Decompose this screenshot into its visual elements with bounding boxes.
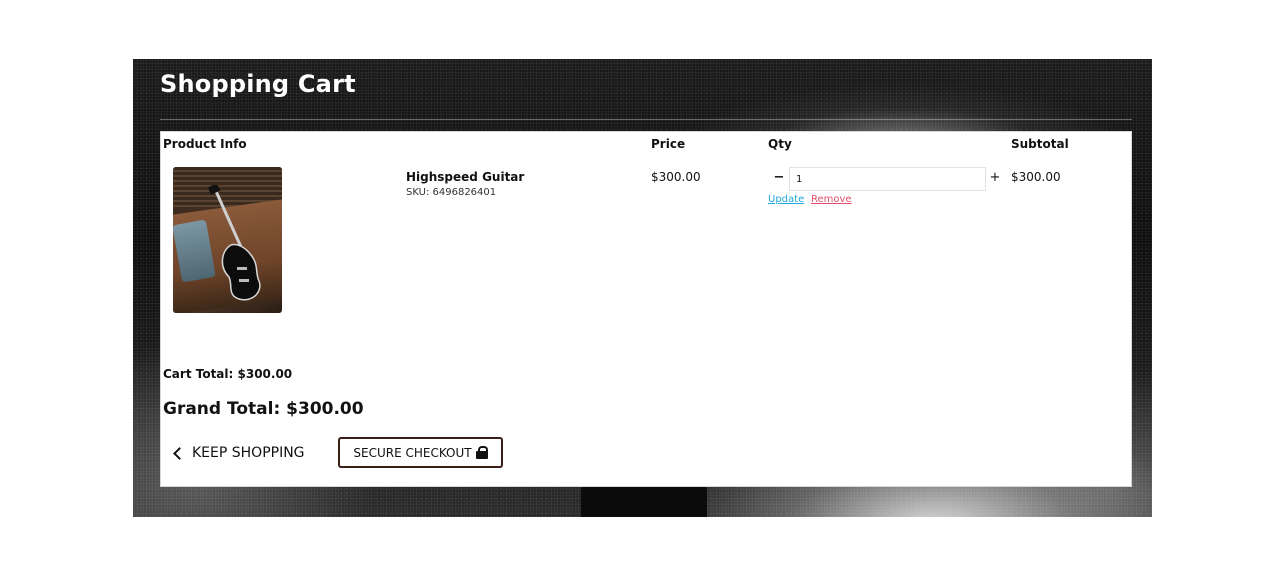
cart-total: Cart Total: $300.00	[163, 367, 293, 381]
product-sku: SKU: 6496826401	[406, 187, 497, 198]
product-image[interactable]	[173, 167, 282, 313]
qty-decrement-button[interactable]: −	[772, 170, 786, 188]
chevron-left-icon	[173, 446, 186, 460]
cart-table	[160, 131, 1132, 487]
keep-shopping-button[interactable]: KEEP SHOPPING	[173, 443, 305, 463]
item-subtotal: $300.00	[1011, 170, 1061, 184]
header-price: Price	[651, 137, 686, 151]
product-name[interactable]: Highspeed Guitar	[406, 170, 524, 184]
secure-checkout-button[interactable]: SECURE CHECKOUT	[338, 437, 503, 468]
grand-total: Grand Total: $300.00	[163, 399, 364, 419]
lock-icon	[475, 446, 488, 459]
header-qty: Qty	[768, 137, 792, 151]
title-divider	[160, 119, 1132, 120]
keep-shopping-label: KEEP SHOPPING	[192, 445, 305, 461]
guitar-graphic	[207, 185, 261, 301]
header-product-info: Product Info	[163, 137, 247, 151]
header-subtotal: Subtotal	[1011, 137, 1069, 151]
page-title: Shopping Cart	[160, 70, 356, 98]
remove-link[interactable]: Remove	[811, 194, 852, 205]
hero-figure-silhouette	[581, 487, 707, 517]
checkout-label: SECURE CHECKOUT	[353, 445, 472, 460]
qty-increment-button[interactable]: +	[988, 170, 1002, 188]
update-link[interactable]: Update	[768, 194, 804, 205]
qty-input[interactable]	[789, 167, 986, 191]
item-price: $300.00	[651, 170, 701, 184]
